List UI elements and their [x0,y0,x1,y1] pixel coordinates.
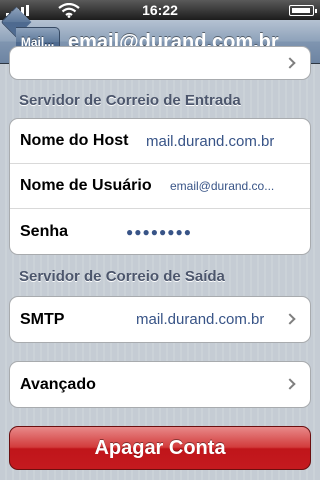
advanced-group: Avançado [9,361,311,408]
smtp-row[interactable]: SMTP mail.durand.com.br [10,297,310,342]
incoming-server-group: Nome do Host mail.durand.com.br Nome de … [9,118,311,255]
smtp-label: SMTP [20,310,65,328]
status-time: 16:22 [142,2,178,18]
chevron-right-icon [284,378,296,390]
delete-account-button[interactable]: Apagar Conta [9,426,311,470]
username-field[interactable]: email@durand.co... [170,179,274,193]
incoming-server-header: Servidor de Correio de Entrada [19,92,241,109]
smtp-value: mail.durand.com.br [136,311,265,328]
status-bar: 16:22 [0,0,320,20]
host-name-field[interactable]: mail.durand.com.br [146,133,274,150]
account-group-partial [9,46,311,80]
advanced-label: Avançado [20,375,96,393]
host-name-label: Nome do Host [20,132,129,149]
outgoing-server-header: Servidor de Correio de Saída [19,268,225,285]
chevron-right-icon [284,57,296,69]
username-label: Nome de Usuário [20,177,152,194]
host-name-row[interactable]: Nome do Host mail.durand.com.br [10,119,310,164]
username-row[interactable]: Nome de Usuário email@durand.co... [10,164,310,209]
outgoing-server-group: SMTP mail.durand.com.br [9,296,311,343]
password-field[interactable]: ●●●●●●●● [126,225,192,239]
advanced-row[interactable]: Avançado [10,362,310,407]
chevron-right-icon [284,313,296,325]
password-row[interactable]: Senha ●●●●●●●● [10,209,310,254]
battery-icon [289,5,317,16]
password-label: Senha [20,222,69,240]
